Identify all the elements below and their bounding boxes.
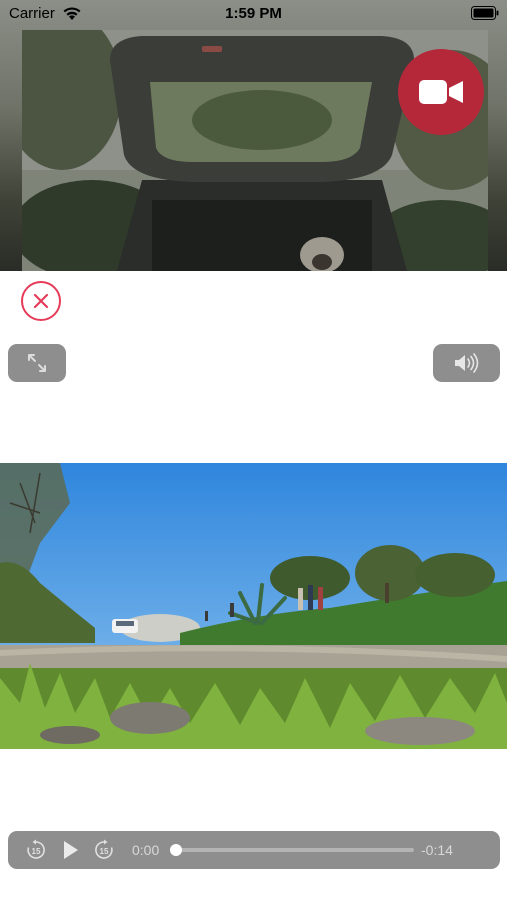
- video-player[interactable]: [0, 463, 507, 749]
- status-bar: Carrier 1:59 PM: [0, 0, 507, 28]
- battery-icon: [471, 6, 499, 20]
- elapsed-time: 0:00: [132, 842, 160, 858]
- playback-controls: 15 15 0:00 -0:14: [8, 831, 500, 869]
- volume-button[interactable]: [433, 344, 500, 382]
- scrubber-track[interactable]: [170, 844, 414, 856]
- record-video-button[interactable]: [398, 49, 484, 135]
- forward-15-icon: 15: [95, 839, 113, 859]
- speaker-volume-icon: [454, 353, 478, 373]
- close-x-icon: [33, 293, 49, 309]
- rewind-seconds-label: 15: [32, 847, 41, 856]
- forward-seconds-label: 15: [100, 847, 109, 856]
- close-button[interactable]: [21, 281, 61, 321]
- rally-road-scene: [0, 463, 507, 749]
- forward-15-button[interactable]: 15: [93, 839, 115, 861]
- play-icon: [64, 841, 78, 859]
- rewind-15-button[interactable]: 15: [25, 839, 47, 861]
- video-camera-icon: [419, 80, 463, 104]
- scrubber-knob[interactable]: [170, 844, 182, 856]
- rewind-15-icon: 15: [27, 839, 45, 859]
- play-button[interactable]: [59, 839, 81, 861]
- clock-time: 1:59 PM: [225, 5, 282, 22]
- remaining-time: -0:14: [421, 842, 453, 858]
- fullscreen-button[interactable]: [8, 344, 66, 382]
- camera-preview[interactable]: [0, 0, 507, 271]
- expand-arrows-icon: [28, 354, 46, 372]
